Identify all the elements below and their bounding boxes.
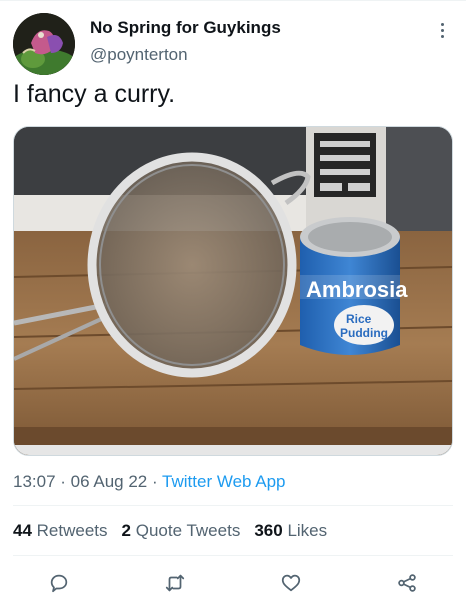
like-button[interactable]	[276, 568, 306, 598]
more-dot-icon	[440, 28, 444, 32]
more-dot-icon	[440, 22, 444, 26]
reply-button[interactable]	[44, 568, 74, 598]
avatar[interactable]	[13, 13, 75, 75]
can-label-line-2: Pudding	[340, 326, 388, 340]
top-divider	[0, 0, 466, 1]
quotes-count: 2	[121, 521, 131, 540]
avatar-image	[13, 13, 75, 75]
meta-separator: ·	[147, 472, 163, 491]
quote-tweets-stat[interactable]: 2 Quote Tweets	[122, 521, 241, 541]
meta-separator: ·	[55, 472, 71, 491]
likes-stat[interactable]: 360 Likes	[254, 521, 327, 541]
tweet-date[interactable]: 06 Aug 22	[71, 472, 148, 491]
tweet-source-link[interactable]: Twitter Web App	[162, 472, 285, 491]
divider	[13, 555, 453, 556]
retweets-count: 44	[13, 521, 32, 540]
quotes-label: Quote Tweets	[135, 521, 241, 540]
tweet-meta: 13:07 · 06 Aug 22 · Twitter Web App	[13, 472, 286, 492]
retweets-stat[interactable]: 44 Retweets	[13, 521, 108, 541]
display-name[interactable]: No Spring for Guykings	[90, 18, 281, 38]
retweet-icon	[165, 574, 185, 592]
user-handle[interactable]: @poynterton	[90, 45, 188, 65]
share-icon	[398, 574, 416, 592]
tweet-text: I fancy a curry.	[13, 80, 176, 108]
like-icon	[281, 574, 301, 592]
likes-label: Likes	[287, 521, 328, 540]
share-button[interactable]	[392, 568, 422, 598]
more-options-button[interactable]	[433, 18, 451, 42]
retweet-button[interactable]	[160, 568, 190, 598]
more-dot-icon	[440, 34, 444, 38]
retweets-label: Retweets	[36, 521, 108, 540]
can-brand-text: Ambrosia	[306, 277, 408, 302]
tweet-photo[interactable]: Ambrosia Rice Pudding	[13, 126, 453, 456]
reply-icon	[50, 574, 68, 593]
tweet-time[interactable]: 13:07	[13, 472, 56, 491]
divider	[13, 505, 453, 506]
tweet-detail: No Spring for Guykings @poynterton I fan…	[0, 0, 466, 600]
engagement-stats: 44 Retweets 2 Quote Tweets 360 Likes	[13, 521, 327, 541]
photo-sieve-and-rice-pudding-can: Ambrosia Rice Pudding	[14, 127, 452, 455]
likes-count: 360	[254, 521, 283, 540]
can-label-line-1: Rice	[346, 312, 372, 326]
